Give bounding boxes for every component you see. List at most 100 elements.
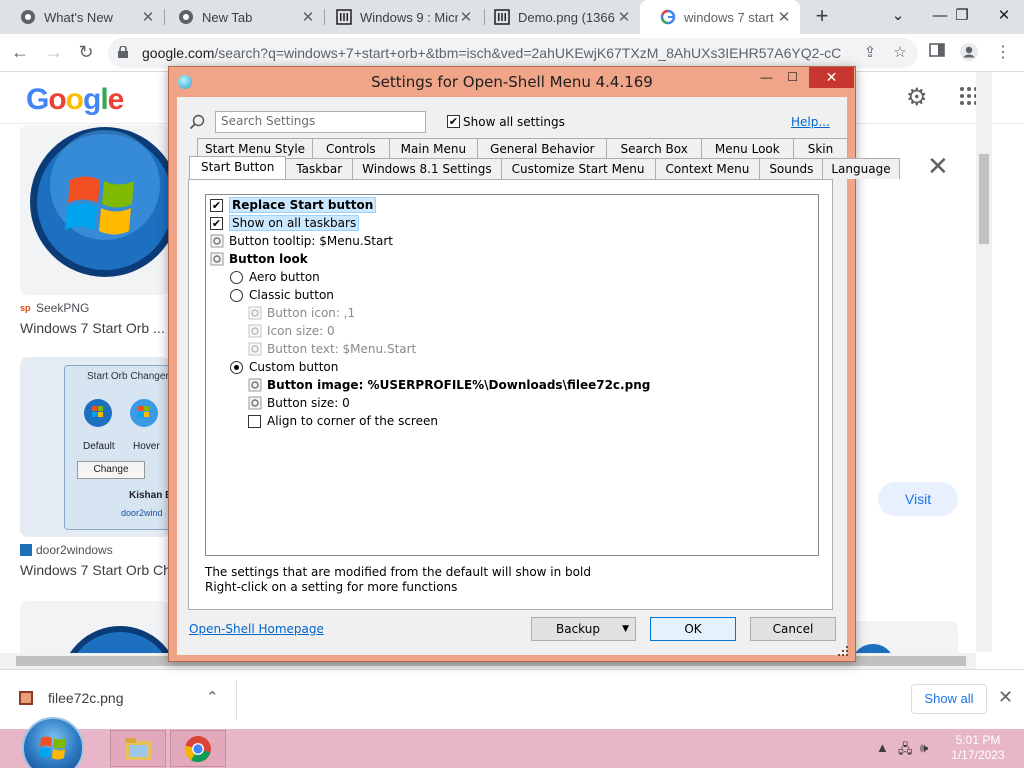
download-item[interactable]: filee72c.png (18, 690, 124, 706)
browser-tab-google-search[interactable]: windows 7 start o ✕ (640, 0, 800, 34)
tab-start-button[interactable]: Start Button (189, 156, 287, 179)
result-image-start-orb-changer[interactable]: Start Orb Changer Default Hover Change K… (20, 357, 170, 537)
setting-label: Classic button (249, 288, 334, 302)
close-tab-icon[interactable]: ✕ (140, 8, 156, 26)
tab-title: Demo.png (1366 (518, 9, 615, 25)
show-hidden-icons[interactable]: ▲ (876, 740, 889, 755)
show-all-settings-checkbox[interactable]: ✔ (447, 115, 460, 128)
ok-button[interactable]: OK (650, 617, 736, 641)
setting-replace-start-button[interactable]: ✔ Replace Start button (210, 196, 377, 214)
result-image-windows-orb[interactable] (20, 125, 170, 295)
download-bar: filee72c.png ⌃ Show all ✕ (0, 669, 1024, 729)
close-download-bar-icon[interactable]: ✕ (998, 687, 1013, 708)
taskbar-chrome[interactable] (170, 730, 226, 767)
result-source[interactable]: sp SeekPNG (20, 301, 89, 315)
tab-search-icon[interactable]: ⌄ (876, 0, 920, 34)
url-text: google.com/search?q=windows+7+start+orb+… (142, 45, 842, 61)
setting-align-to-corner[interactable]: Align to corner of the screen (248, 412, 438, 430)
result-source[interactable]: door2windows (20, 543, 113, 557)
system-clock[interactable]: 5:01 PM 1/17/2023 (946, 733, 1010, 763)
google-logo[interactable]: Google (26, 83, 124, 117)
tab-context-menu[interactable]: Context Menu (654, 158, 761, 179)
setting-classic-button[interactable]: Classic button (230, 286, 334, 304)
tab-customize-start-menu[interactable]: Customize Start Menu (500, 158, 656, 179)
checkbox-unchecked[interactable] (248, 414, 261, 428)
setting-button-icon: Button icon: ,1 (248, 304, 355, 322)
bookmark-star-icon[interactable]: ☆ (890, 43, 910, 63)
new-tab-button[interactable]: + (810, 5, 834, 29)
thumb-change-label: Change (77, 461, 145, 479)
resize-gripper-icon[interactable] (837, 645, 849, 657)
tab-windows-81-settings[interactable]: Windows 8.1 Settings (352, 158, 502, 179)
setting-button-image[interactable]: Button image: %USERPROFILE%\Downloads\fi… (248, 376, 650, 394)
backup-button[interactable]: Backup ▼ (531, 617, 636, 641)
visit-button[interactable]: Visit (878, 482, 958, 516)
logo-letter: l (100, 83, 108, 116)
radio-unselected[interactable] (230, 270, 243, 284)
close-tab-icon[interactable]: ✕ (300, 8, 316, 26)
tab-controls[interactable]: Controls (312, 138, 390, 159)
minimize-icon[interactable]: — (753, 67, 780, 88)
maximize-icon[interactable]: ☐ (779, 67, 806, 88)
address-bar[interactable]: google.com/search?q=windows+7+start+orb+… (108, 38, 918, 68)
setting-custom-button[interactable]: Custom button (230, 358, 338, 376)
checkbox-checked[interactable]: ✔ (210, 198, 223, 212)
close-tab-icon[interactable]: ✕ (458, 8, 474, 26)
tab-main-menu[interactable]: Main Menu (388, 138, 479, 159)
volume-icon[interactable]: 🕪 (920, 740, 928, 756)
side-panel-icon[interactable] (926, 42, 948, 64)
show-all-button[interactable]: Show all (911, 684, 987, 714)
browser-tab-windows9[interactable]: Windows 9 : Micr ✕ (316, 0, 482, 34)
tab-general-behavior[interactable]: General Behavior (477, 138, 608, 159)
tab-skin[interactable]: Skin (792, 138, 849, 159)
browser-tab-new-tab[interactable]: New Tab ✕ (158, 0, 324, 34)
open-shell-homepage-link[interactable]: Open-Shell Homepage (189, 622, 324, 636)
settings-tree[interactable]: ✔ Replace Start button ✔ Show on all tas… (205, 194, 819, 556)
setting-button-look[interactable]: Button look (210, 250, 308, 268)
forward-icon[interactable]: → (42, 41, 66, 65)
door2windows-icon (20, 544, 32, 556)
show-all-settings-label[interactable]: Show all settings (463, 115, 565, 129)
settings-gear-icon[interactable]: ⚙ (906, 83, 928, 112)
close-tab-icon[interactable]: ✕ (616, 8, 632, 26)
checkbox-checked[interactable]: ✔ (210, 216, 223, 230)
back-icon[interactable]: ← (8, 41, 32, 65)
close-dialog-icon[interactable]: ✕ (809, 67, 854, 88)
search-settings-input[interactable]: Search Settings (215, 111, 426, 133)
setting-button-size[interactable]: Button size: 0 (248, 394, 350, 412)
setting-button-tooltip[interactable]: Button tooltip: $Menu.Start (210, 232, 393, 250)
cancel-button[interactable]: Cancel (750, 617, 836, 641)
profile-avatar-icon[interactable] (958, 42, 980, 64)
dropdown-arrow-icon: ▼ (622, 624, 629, 634)
vertical-scrollbar[interactable] (976, 72, 992, 652)
browser-tab-demo-png[interactable]: Demo.png (1366 ✕ (474, 0, 640, 34)
chevron-up-icon[interactable]: ⌃ (206, 688, 219, 706)
result-title[interactable]: Windows 7 Start Orb Ch (20, 562, 170, 578)
tab-search-box[interactable]: Search Box (606, 138, 702, 159)
radio-unselected[interactable] (230, 288, 243, 302)
browser-tab-whats-new[interactable]: What's New ✕ (0, 0, 164, 34)
close-tab-icon[interactable]: ✕ (776, 8, 792, 26)
close-panel-icon[interactable]: ✕ (927, 151, 949, 182)
radio-selected[interactable] (230, 360, 243, 374)
tab-title: What's New (44, 9, 113, 25)
tab-title: windows 7 start o (684, 9, 776, 25)
setting-icon-size: Icon size: 0 (248, 322, 335, 340)
share-icon[interactable]: ⇪ (860, 43, 880, 63)
setting-show-on-all-taskbars[interactable]: ✔ Show on all taskbars (210, 214, 360, 232)
help-link[interactable]: Help... (791, 115, 830, 129)
tab-menu-look[interactable]: Menu Look (700, 138, 794, 159)
more-menu-icon[interactable]: ⋮ (992, 42, 1014, 64)
network-icon[interactable]: 🖧 (898, 740, 913, 762)
tab-taskbar[interactable]: Taskbar (285, 158, 354, 179)
scroll-thumb[interactable] (979, 154, 989, 244)
taskbar-file-explorer[interactable] (110, 730, 166, 767)
tab-language[interactable]: Language (822, 158, 900, 179)
result-title[interactable]: Windows 7 Start Orb ... (20, 320, 170, 336)
close-window-icon[interactable]: ✕ (982, 0, 1024, 34)
gear-settings-icon (248, 378, 262, 392)
reload-icon[interactable]: ↻ (74, 41, 98, 65)
tab-sounds[interactable]: Sounds (759, 158, 824, 179)
setting-aero-button[interactable]: Aero button (230, 268, 320, 286)
restore-icon[interactable]: ❐ (940, 0, 984, 34)
